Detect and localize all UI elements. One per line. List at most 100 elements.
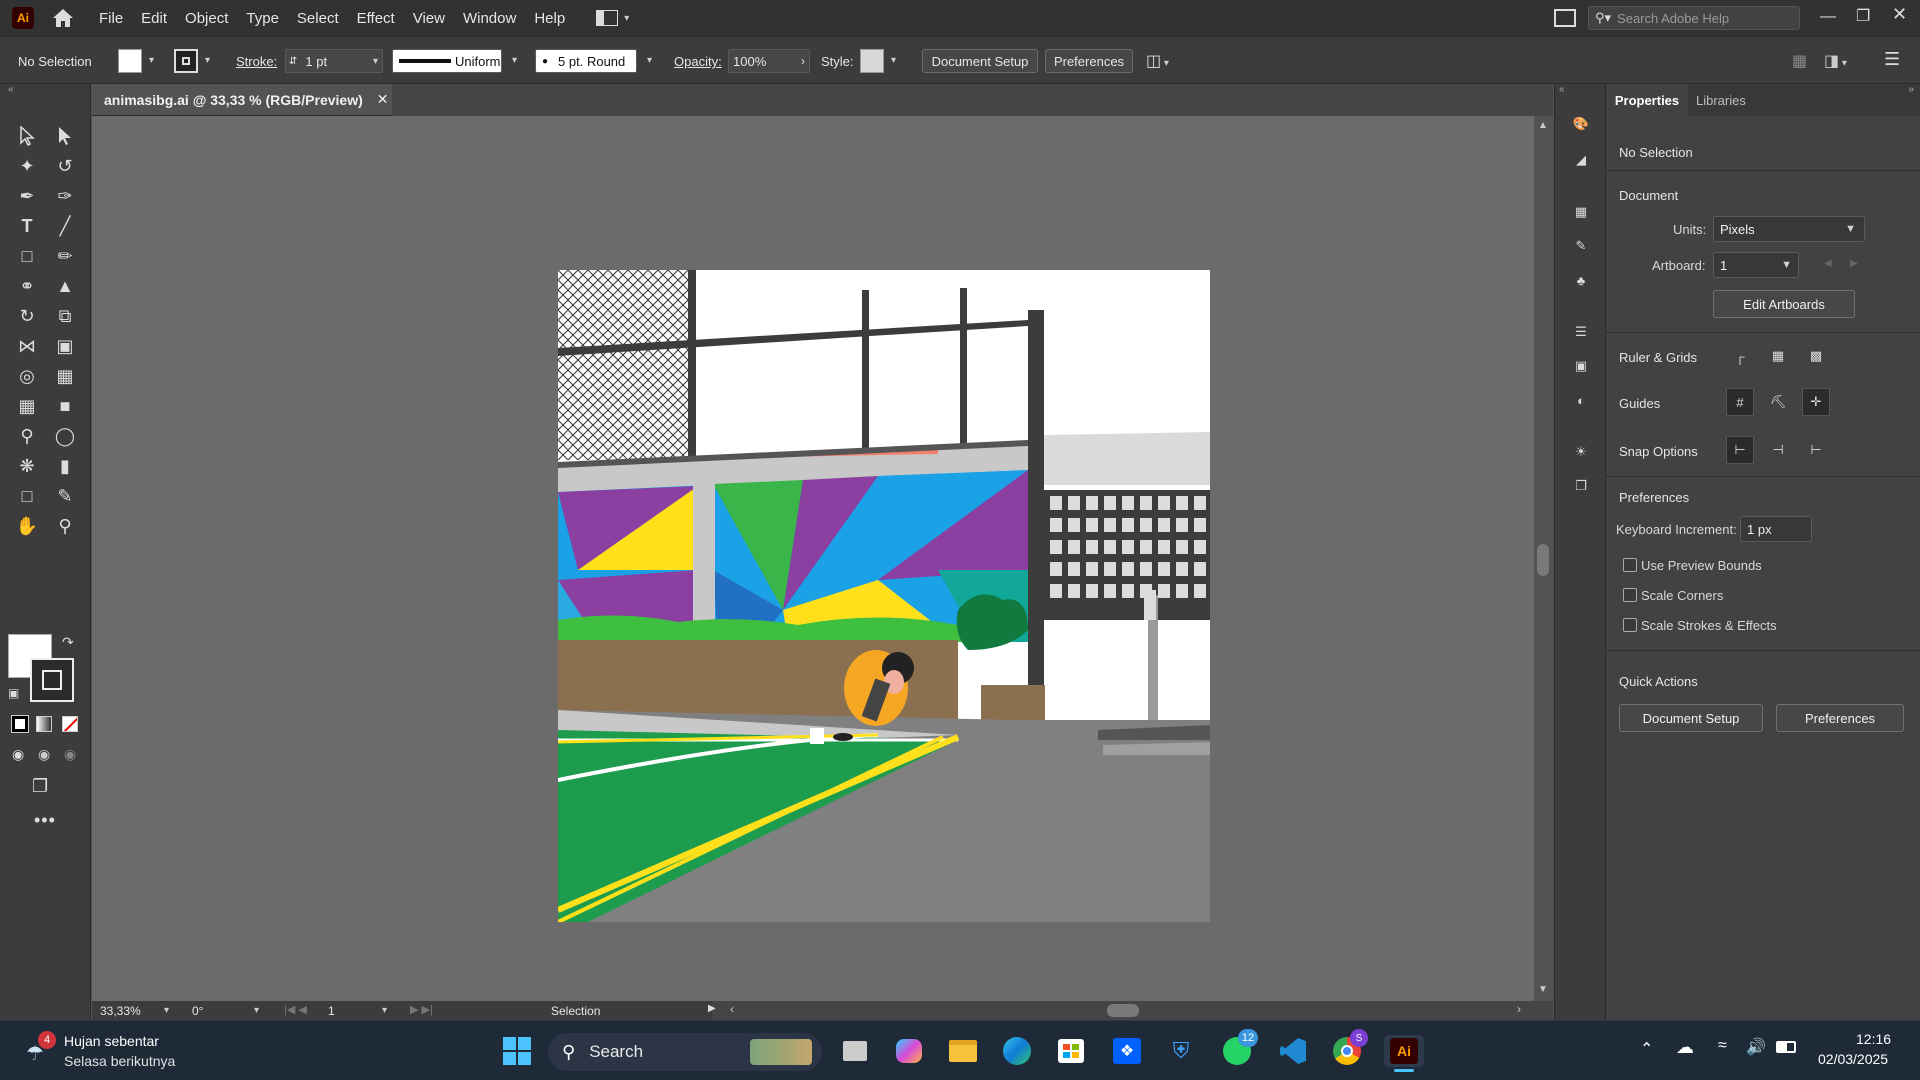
brushes-panel-icon[interactable]: ✎ bbox=[1567, 232, 1595, 260]
edit-artboards-button[interactable]: Edit Artboards bbox=[1713, 290, 1855, 318]
distribute-icon[interactable]: ◨ ▾ bbox=[1824, 51, 1847, 71]
shaper-tool-icon[interactable]: ⚭ bbox=[12, 272, 42, 300]
scroll-left-icon[interactable]: ‹ bbox=[730, 1002, 734, 1016]
vertical-scrollbar[interactable]: ▲ ▼ bbox=[1534, 116, 1553, 1001]
menu-edit[interactable]: Edit bbox=[132, 10, 176, 27]
profile-dropdown-icon[interactable]: ▾ bbox=[512, 55, 517, 66]
units-select[interactable]: Pixels ▼ bbox=[1713, 216, 1865, 242]
tab-libraries[interactable]: Libraries bbox=[1696, 84, 1746, 116]
mesh-tool-icon[interactable]: ▦ bbox=[12, 392, 42, 420]
tab-properties[interactable]: Properties bbox=[1606, 84, 1688, 116]
file-explorer-icon[interactable] bbox=[946, 1035, 980, 1067]
scale-tool-icon[interactable]: ⧉ bbox=[50, 302, 80, 330]
preferences-button[interactable]: Preferences bbox=[1045, 49, 1133, 73]
zoom-level[interactable]: 33,33% bbox=[100, 1004, 141, 1018]
document-tab[interactable]: animasibg.ai @ 33,33 % (RGB/Preview) ✕ bbox=[92, 84, 392, 116]
transparency-grid-icon[interactable]: ▩ bbox=[1802, 342, 1830, 370]
menu-window[interactable]: Window bbox=[454, 10, 525, 27]
rotation-value[interactable]: 0° bbox=[192, 1004, 203, 1018]
rotation-dropdown-icon[interactable]: ▾ bbox=[254, 1005, 259, 1016]
paintbrush-tool-icon[interactable]: ✏ bbox=[50, 242, 80, 270]
search-input[interactable]: Search Adobe Help bbox=[1617, 11, 1729, 26]
menu-select[interactable]: Select bbox=[288, 10, 348, 27]
clock-time[interactable]: 12:16 bbox=[1856, 1031, 1891, 1047]
gradient-tool-icon[interactable]: ■ bbox=[50, 392, 80, 420]
scroll-down-icon[interactable]: ▼ bbox=[1538, 984, 1548, 995]
brush-dropdown-icon[interactable]: ▾ bbox=[647, 55, 652, 66]
swap-fill-stroke-icon[interactable]: ↷ bbox=[62, 634, 74, 651]
scale-corners-checkbox[interactable] bbox=[1623, 588, 1637, 602]
rectangle-tool-icon[interactable]: □ bbox=[12, 242, 42, 270]
menu-object[interactable]: Object bbox=[176, 10, 237, 27]
taskbar-search[interactable]: ⚲ Search bbox=[548, 1033, 822, 1071]
close-tab-icon[interactable]: ✕ bbox=[377, 91, 389, 108]
width-tool-icon[interactable]: ⋈ bbox=[12, 332, 42, 360]
use-preview-bounds-checkbox[interactable] bbox=[1623, 558, 1637, 572]
perspective-grid-tool-icon[interactable]: ▦ bbox=[50, 362, 80, 390]
task-view-icon[interactable] bbox=[838, 1035, 872, 1067]
menu-file[interactable]: File bbox=[90, 10, 132, 27]
help-search[interactable]: ⚲▾ Search Adobe Help bbox=[1588, 6, 1800, 30]
curvature-tool-icon[interactable]: ✑ bbox=[50, 182, 80, 210]
volume-icon[interactable]: 🔊 bbox=[1746, 1037, 1766, 1057]
transparency-panel-icon[interactable]: ◐ bbox=[1567, 386, 1595, 414]
slice-tool-icon[interactable]: ✎ bbox=[50, 482, 80, 510]
draw-inside-icon[interactable]: ◉ bbox=[64, 746, 76, 763]
type-tool-icon[interactable]: T bbox=[12, 212, 42, 240]
free-transform-tool-icon[interactable]: ▣ bbox=[50, 332, 80, 360]
line-tool-icon[interactable]: ╱ bbox=[50, 212, 80, 240]
menu-effect[interactable]: Effect bbox=[348, 10, 404, 27]
stroke-panel-icon[interactable]: ☰ bbox=[1567, 318, 1595, 346]
color-panel-icon[interactable]: 🎨 bbox=[1567, 110, 1595, 138]
zoom-dropdown-icon[interactable]: ▾ bbox=[164, 1005, 169, 1016]
minimize-button[interactable]: — bbox=[1820, 8, 1836, 26]
selection-tool-icon[interactable] bbox=[12, 122, 42, 150]
show-guides-icon[interactable]: # bbox=[1726, 388, 1754, 416]
artboard-tool-icon[interactable]: □ bbox=[12, 482, 42, 510]
appearance-panel-icon[interactable]: ☀ bbox=[1567, 438, 1595, 466]
stroke-spinner-icon[interactable]: ⇵ bbox=[289, 56, 297, 67]
quick-preferences-button[interactable]: Preferences bbox=[1776, 704, 1904, 732]
last-artboard-icon[interactable]: ▶ ▶| bbox=[410, 1003, 433, 1016]
microsoft-store-icon[interactable] bbox=[1054, 1035, 1088, 1067]
default-fill-stroke-icon[interactable]: ▣ bbox=[8, 686, 19, 700]
draw-behind-icon[interactable]: ◉ bbox=[38, 746, 50, 763]
menu-type[interactable]: Type bbox=[237, 10, 288, 27]
start-button[interactable] bbox=[500, 1035, 534, 1067]
clock-date[interactable]: 02/03/2025 bbox=[1818, 1051, 1888, 1067]
document-setup-button[interactable]: Document Setup bbox=[922, 49, 1038, 73]
horizontal-scroll-thumb[interactable] bbox=[1107, 1004, 1139, 1017]
collapse-properties-icon[interactable]: » bbox=[1908, 84, 1914, 95]
artboard-select[interactable]: 1 ▼ bbox=[1713, 252, 1799, 278]
align-icon[interactable]: ▦ bbox=[1792, 51, 1807, 71]
opacity-arrow-icon[interactable]: › bbox=[801, 54, 805, 68]
vertical-scroll-thumb[interactable] bbox=[1537, 544, 1549, 576]
lasso-tool-icon[interactable]: ↺ bbox=[50, 152, 80, 180]
artboard-dropdown-icon[interactable]: ▾ bbox=[382, 1005, 387, 1016]
illustrator-taskbar-icon[interactable]: Ai bbox=[1384, 1035, 1424, 1072]
copilot-icon[interactable] bbox=[892, 1035, 926, 1067]
stroke-weight-field[interactable]: ⇵ 1 pt ▾ bbox=[285, 49, 383, 73]
stroke-label[interactable]: Stroke: bbox=[236, 54, 277, 69]
swatches-panel-icon[interactable]: ▦ bbox=[1567, 198, 1595, 226]
magic-wand-tool-icon[interactable]: ✦ bbox=[12, 152, 42, 180]
artboard[interactable] bbox=[558, 270, 1210, 922]
menu-view[interactable]: View bbox=[404, 10, 454, 27]
restore-button[interactable]: ❐ bbox=[1856, 6, 1870, 26]
gradient-mode-icon[interactable] bbox=[36, 716, 52, 732]
gradient-panel-icon[interactable]: ▣ bbox=[1567, 352, 1595, 380]
weather-widget[interactable]: ☂ 4 Hujan sebentar Selasa berikutnya bbox=[22, 1031, 222, 1069]
pen-tool-icon[interactable]: ✒ bbox=[12, 182, 42, 210]
opacity-label[interactable]: Opacity: bbox=[674, 54, 722, 69]
fill-dropdown-icon[interactable]: ▾ bbox=[149, 55, 154, 66]
chrome-icon[interactable]: S bbox=[1330, 1029, 1368, 1067]
smart-guides-icon[interactable]: ✛ bbox=[1802, 388, 1830, 416]
brush-definition[interactable]: ● 5 pt. Round bbox=[535, 49, 637, 73]
arrange-panels-icon[interactable] bbox=[1554, 9, 1576, 27]
stroke-dropdown-icon[interactable]: ▾ bbox=[205, 55, 210, 66]
symbol-sprayer-tool-icon[interactable]: ❋ bbox=[12, 452, 42, 480]
column-graph-tool-icon[interactable]: ▮ bbox=[50, 452, 80, 480]
snap-to-grid-icon[interactable]: ⊣ bbox=[1764, 436, 1792, 464]
workspace-switcher-icon[interactable]: ▾ bbox=[596, 10, 629, 26]
show-hidden-icons[interactable]: ⌃ bbox=[1640, 1039, 1653, 1059]
